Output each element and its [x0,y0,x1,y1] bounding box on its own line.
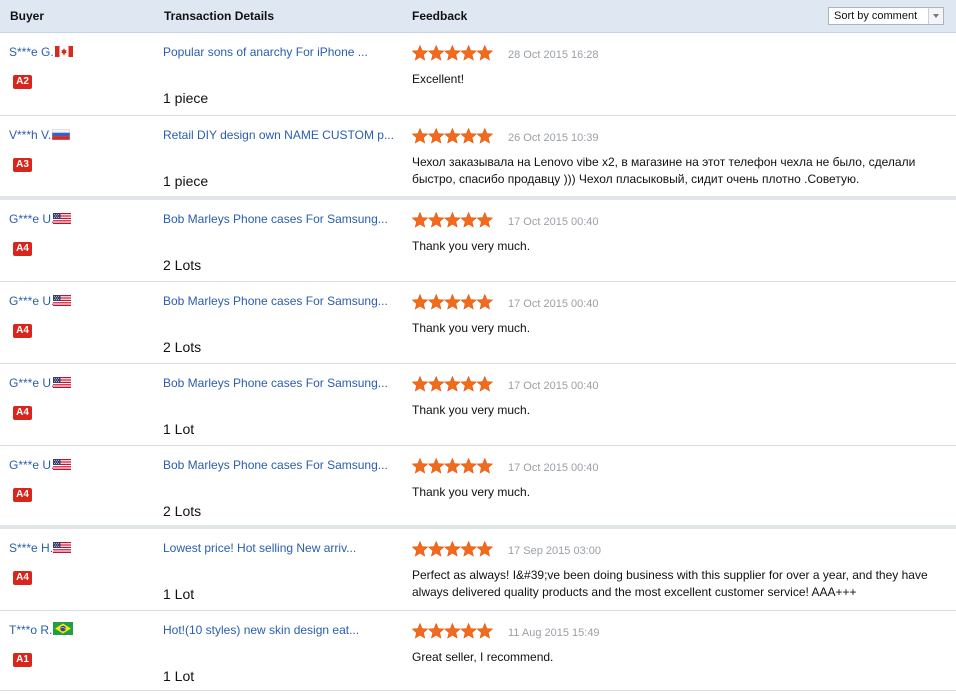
sort-select[interactable]: Sort by comment [828,7,944,25]
feedback-row: G***e U. A4 Bob Marleys Phone cases For … [0,282,956,364]
buyer-column-header: Buyer [10,9,45,23]
feedback-comment: Thank you very much. [412,321,531,335]
feedback-row: G***e U. A4 Bob Marleys Phone cases For … [0,446,956,529]
buyer-level-badge: A4 [13,324,32,338]
feedback-date: 17 Oct 2015 00:40 [508,462,599,474]
order-quantity: 2 Lots [163,257,202,273]
order-quantity: 1 Lot [163,586,195,602]
feedback-row: V***h V. A3 Retail DIY design own NAME C… [0,116,956,200]
feedback-date: 17 Oct 2015 00:40 [508,380,599,392]
product-link[interactable]: Bob Marleys Phone cases For Samsung... [163,294,388,308]
rating-stars [412,541,494,559]
rating-stars [412,623,494,641]
product-link[interactable]: Hot!(10 styles) new skin design eat... [163,623,359,637]
order-quantity: 1 Lot [163,421,195,437]
rating-stars [412,458,494,476]
usa-flag-icon [53,457,71,470]
feedback-row: S***e G. A2 Popular sons of anarchy For … [0,33,956,116]
feedback-list: S***e G. A2 Popular sons of anarchy For … [0,33,956,691]
rating-stars [412,294,494,312]
buyer-name[interactable]: G***e U. [9,294,54,308]
feedback-comment: Thank you very much. [412,239,531,253]
feedback-comment: Great seller, I recommend. [412,650,554,664]
buyer-name[interactable]: V***h V. [9,128,51,142]
buyer-level-badge: A4 [13,488,32,502]
feedback-date: 28 Oct 2015 16:28 [508,49,599,61]
feedback-row: S***e H. A4 Lowest price! Hot selling Ne… [0,529,956,611]
rating-stars [412,128,494,146]
product-link[interactable]: Popular sons of anarchy For iPhone ... [163,45,368,59]
usa-flag-icon [53,211,71,224]
feedback-row: G***e U. A4 Bob Marleys Phone cases For … [0,200,956,282]
russia-flag-icon [51,127,71,141]
feedback-comment: Thank you very much. [412,485,531,499]
product-link[interactable]: Bob Marleys Phone cases For Samsung... [163,458,388,472]
rating-stars [412,212,494,230]
order-quantity: 2 Lots [163,503,202,519]
buyer-level-badge: A4 [13,242,32,256]
order-quantity: 1 Lot [163,668,195,684]
feedback-date: 17 Sep 2015 03:00 [508,545,601,557]
feedback-row: G***e U. A4 Bob Marleys Phone cases For … [0,364,956,446]
buyer-name[interactable]: G***e U. [9,212,54,226]
product-link[interactable]: Bob Marleys Phone cases For Samsung... [163,212,388,226]
sort-select-value: Sort by comment [834,10,918,22]
buyer-level-badge: A3 [13,158,32,172]
feedback-column-header: Feedback [412,9,468,23]
feedback-date: 17 Oct 2015 00:40 [508,216,599,228]
buyer-level-badge: A4 [13,571,32,585]
feedback-comment: Чехол заказывала на Lenovo vibe x2, в ма… [412,155,916,186]
rating-stars [412,376,494,394]
feedback-row: T***o R. A1 Hot!(10 styles) new skin des… [0,611,956,691]
buyer-level-badge: A1 [13,653,32,667]
chevron-down-icon[interactable] [928,8,943,24]
order-quantity: 1 piece [163,173,209,189]
feedback-comment: Excellent! [412,72,465,86]
product-link[interactable]: Lowest price! Hot selling New arriv... [163,541,356,555]
feedback-date: 17 Oct 2015 00:40 [508,298,599,310]
buyer-name[interactable]: S***e H. [9,541,53,555]
brazil-flag-icon [53,622,73,635]
buyer-name[interactable]: S***e G. [9,45,54,59]
order-quantity: 2 Lots [163,339,202,355]
feedback-date: 11 Aug 2015 15:49 [508,627,600,639]
usa-flag-icon [53,375,71,388]
product-link[interactable]: Bob Marleys Phone cases For Samsung... [163,376,388,390]
feedback-comment: Perfect as always! I&#39;ve been doing b… [412,568,928,599]
buyer-name[interactable]: T***o R. [9,623,52,637]
usa-flag-icon [53,540,71,553]
buyer-name[interactable]: G***e U. [9,376,54,390]
feedback-comment: Thank you very much. [412,403,531,417]
usa-flag-icon [53,293,71,306]
buyer-level-badge: A2 [13,75,32,89]
product-link[interactable]: Retail DIY design own NAME CUSTOM p... [163,128,394,142]
order-quantity: 1 piece [163,90,209,106]
canada-flag-icon [55,44,73,57]
buyer-name[interactable]: G***e U. [9,458,54,472]
buyer-level-badge: A4 [13,406,32,420]
feedback-date: 26 Oct 2015 10:39 [508,132,599,144]
feedback-page: Buyer Transaction Details Feedback Sort … [0,0,956,694]
transaction-details-column-header: Transaction Details [164,9,275,23]
rating-stars [412,45,494,63]
feedback-table-header: Buyer Transaction Details Feedback Sort … [0,0,956,33]
